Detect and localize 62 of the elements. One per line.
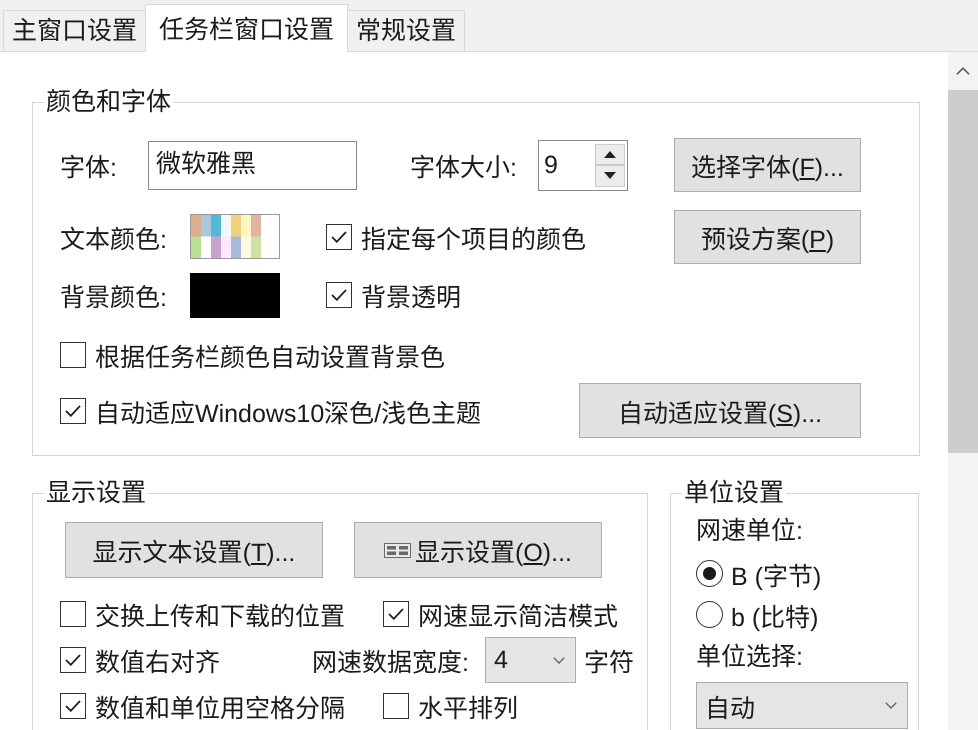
check-icon — [331, 230, 347, 242]
field-label: 背景颜色: — [60, 283, 168, 313]
caret-icon — [885, 702, 897, 709]
checkbox[interactable] — [60, 398, 86, 424]
checkbox-label: 根据任务栏颜色自动设置背景色 — [95, 343, 445, 373]
scrollbar-thumb[interactable] — [948, 90, 978, 453]
checkbox-label: 数值右对齐 — [95, 648, 220, 678]
down-triangle-icon — [604, 172, 616, 180]
field-label: 字体: — [60, 153, 118, 183]
checkbox[interactable] — [60, 693, 86, 719]
spin-down-button[interactable] — [595, 165, 625, 186]
width-dropdown[interactable]: 4 — [485, 637, 576, 683]
checkbox[interactable] — [383, 693, 409, 719]
checkbox[interactable] — [326, 282, 352, 308]
color-swatch-icon[interactable] — [190, 272, 280, 318]
font-size-spinbox[interactable]: 9 — [538, 140, 628, 190]
field-label: 文本颜色: — [60, 224, 168, 254]
group-title: 单位设置 — [683, 479, 785, 507]
spin-up-button[interactable] — [595, 144, 625, 165]
radio-button[interactable] — [696, 601, 723, 628]
scroll-up-icon[interactable] — [956, 67, 970, 75]
field-label: 网速数据宽度: — [312, 648, 469, 678]
tab[interactable]: 主窗口设置 — [3, 10, 146, 52]
radio-button[interactable] — [696, 560, 723, 587]
check-icon — [65, 654, 81, 666]
group-title: 显示设置 — [45, 479, 147, 507]
checkbox[interactable] — [60, 342, 86, 368]
up-triangle-icon — [604, 150, 616, 158]
checkbox[interactable] — [60, 647, 86, 673]
unit-dropdown[interactable]: 自动 — [696, 682, 908, 729]
checkbox-label: 自动适应Windows10深色/浅色主题 — [95, 398, 482, 428]
choose-font-button[interactable]: 选择字体(F)... — [674, 138, 861, 192]
display-settings-button[interactable]: 显示设置(O)... — [354, 522, 602, 578]
tab[interactable]: 常规设置 — [347, 10, 465, 52]
radio-label: b (比特) — [731, 602, 818, 632]
checkbox-label: 水平排列 — [418, 694, 518, 724]
grid-icon — [384, 542, 412, 558]
field-label: 网速单位: — [696, 517, 804, 545]
check-icon — [331, 289, 347, 301]
tab[interactable]: 任务栏窗口设置 — [145, 4, 348, 52]
radio-label: B (字节) — [731, 562, 822, 592]
striped-swatch-icon[interactable] — [190, 214, 280, 259]
check-icon — [388, 608, 404, 620]
checkbox-label: 指定每个项目的颜色 — [361, 224, 586, 254]
group-title: 颜色和字体 — [45, 88, 172, 116]
check-icon — [65, 404, 81, 416]
auto-adapt-button[interactable]: 自动适应设置(S)... — [579, 383, 861, 438]
check-icon — [65, 700, 81, 712]
checkbox[interactable] — [383, 601, 409, 627]
preset-button[interactable]: 预设方案(P) — [674, 210, 861, 264]
caret-icon — [553, 656, 565, 664]
font-name-field[interactable]: 微软雅黑 — [148, 140, 357, 190]
checkbox[interactable] — [60, 601, 86, 627]
checkbox-label: 背景透明 — [361, 283, 461, 313]
display-text-button[interactable]: 显示文本设置(T)... — [65, 522, 323, 578]
checkbox[interactable] — [326, 224, 352, 250]
checkbox-label: 网速显示简洁模式 — [418, 602, 618, 632]
checkbox-label: 交换上传和下载的位置 — [95, 602, 345, 632]
checkbox-label: 数值和单位用空格分隔 — [95, 694, 345, 724]
unit-label: 字符 — [584, 648, 634, 678]
field-label: 单位选择: — [696, 643, 804, 671]
field-label: 字体大小: — [410, 153, 518, 183]
